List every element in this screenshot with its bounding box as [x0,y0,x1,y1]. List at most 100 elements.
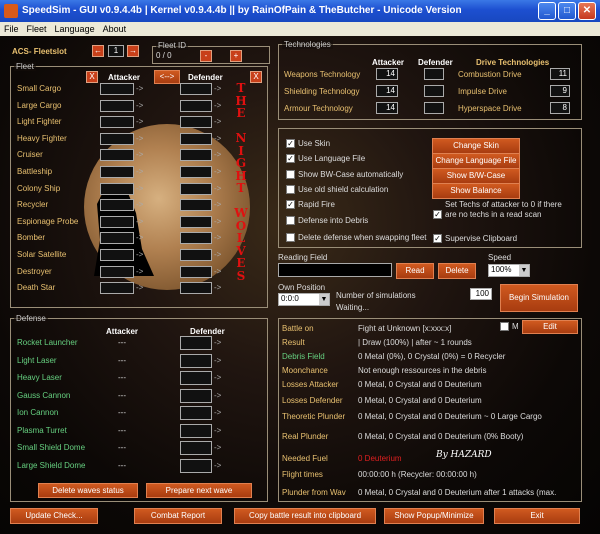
use-skin-checkbox[interactable]: ✓ Use Skin [286,139,330,148]
impulse-drive-input[interactable]: 9 [550,85,570,97]
close-button[interactable]: ✕ [578,2,596,20]
armour-attacker-input[interactable]: 14 [376,102,398,114]
defense-defender-input[interactable] [180,336,212,350]
ship-attacker-input[interactable] [100,166,134,178]
show-popup-button[interactable]: Show Popup/Minimize [384,508,484,524]
rapid-fire-checkbox[interactable]: ✓ Rapid Fire [286,200,335,209]
ship-attacker-input[interactable] [100,83,134,95]
fleet-id-minus-button[interactable]: - [200,50,212,62]
ship-defender-input[interactable] [180,182,212,195]
ship-defender-input[interactable] [180,215,212,228]
ship-defender-input[interactable] [180,99,212,112]
defense-attacker-dash: --- [118,443,126,452]
defense-defender-input[interactable] [180,441,212,455]
ship-defender-input[interactable] [180,116,212,129]
menu-about[interactable]: About [99,22,131,36]
update-check-button[interactable]: Update Check... [10,508,98,524]
app-icon [4,4,18,18]
vertical-letter: W [234,206,248,220]
ship-arrow-icon: -> [136,200,144,210]
weapons-attacker-input[interactable]: 14 [376,68,398,80]
ship-defender-input[interactable] [180,132,212,145]
ship-attacker-input[interactable] [100,132,134,145]
ship-label: Bomber [17,233,46,243]
simulations-input[interactable]: 100 [470,288,492,300]
change-skin-button[interactable]: Change Skin [432,138,520,154]
menu-language[interactable]: Language [51,22,99,36]
defense-defender-input[interactable] [180,388,212,403]
fleetslot-input[interactable]: 1 [108,45,124,57]
ship-attacker-input[interactable] [100,232,134,245]
read-button[interactable]: Read [396,263,434,279]
defense-debris-checkbox[interactable]: Defense into Debris [286,216,368,225]
edit-button[interactable]: Edit [522,320,578,334]
ship-defender-input[interactable] [180,149,212,162]
prepare-wave-button[interactable]: Prepare next wave [146,483,252,498]
fleet-swap-button[interactable]: <--> [154,70,180,84]
delete-button[interactable]: Delete [438,263,476,279]
ship-attacker-input[interactable] [100,182,134,195]
show-bw-case-button[interactable]: Show B/W-Case [432,168,520,184]
defense-defender-input[interactable] [180,371,212,385]
ship-defender-input[interactable] [180,83,212,95]
defense-defender-input[interactable] [180,353,212,368]
old-shield-checkbox[interactable]: Use old shield calculation [286,185,388,194]
weapons-defender-input[interactable] [424,68,444,80]
ship-defender-input[interactable] [180,166,212,178]
delete-swap-checkbox[interactable]: Delete defense when swapping fleet [286,233,427,242]
ship-arrow-icon: -> [214,133,222,143]
ship-arrow-icon: -> [136,250,144,259]
ship-attacker-input[interactable] [100,199,134,212]
m-checkbox[interactable]: M [500,322,519,331]
ship-attacker-input[interactable] [100,282,134,295]
show-balance-button[interactable]: Show Balance [432,183,520,199]
supervise-clipboard-checkbox[interactable]: ✓ Supervise Clipboard [433,234,517,243]
menu-file[interactable]: File [0,22,23,36]
defense-defender-input[interactable] [180,423,212,438]
begin-simulation-button[interactable]: Begin Simulation [500,284,578,312]
hyperspace-drive-input[interactable]: 8 [550,102,570,114]
ship-attacker-input[interactable] [100,265,134,278]
ship-attacker-input[interactable] [100,99,134,112]
armour-tech-label: Armour Technology [284,104,353,113]
ship-arrow-icon: -> [214,84,222,93]
copy-result-button[interactable]: Copy battle result into clipboard [234,508,376,524]
menu-fleet[interactable]: Fleet [23,22,51,36]
defense-attacker-dash: --- [118,425,126,435]
change-language-button[interactable]: Change Language File [432,153,520,169]
ship-defender-input[interactable] [180,232,212,245]
own-position-select[interactable]: 0:0:0 ▼ [278,293,330,306]
delete-waves-button[interactable]: Delete waves status [38,483,138,498]
ship-attacker-input[interactable] [100,116,134,129]
speed-select[interactable]: 100% ▼ [488,264,530,277]
ship-attacker-input[interactable] [100,249,134,261]
ship-defender-input[interactable] [180,265,212,278]
fleet-id-plus-button[interactable]: + [230,50,242,62]
shielding-defender-input[interactable] [424,85,444,97]
fleet-attacker-clear-button[interactable]: X [86,71,98,83]
use-language-checkbox[interactable]: ✓ Use Language File [286,154,365,163]
combustion-drive-input[interactable]: 11 [550,68,570,80]
maximize-button[interactable]: □ [558,2,576,20]
defense-defender-input[interactable] [180,406,212,420]
ship-defender-input[interactable] [180,249,212,261]
fleetslot-prev-button[interactable]: ← [92,45,104,57]
reading-field-input[interactable] [278,263,392,277]
ship-defender-input[interactable] [180,199,212,212]
fleet-defender-clear-button[interactable]: X [250,71,262,83]
show-bw-checkbox[interactable]: Show BW-Case automatically [286,170,403,179]
set-techs-checkbox[interactable]: ✓ Set Techs of attacker to 0 if there are… [433,200,571,220]
exit-button[interactable]: Exit [494,508,580,524]
minimize-button[interactable]: _ [538,2,556,20]
defense-label: Rocket Launcher [17,338,78,347]
shielding-attacker-input[interactable]: 14 [376,85,398,97]
fleetslot-next-button[interactable]: → [127,45,139,57]
combat-report-button[interactable]: Combat Report [134,508,222,524]
ship-arrow-icon: -> [136,150,144,160]
armour-defender-input[interactable] [424,102,444,114]
ship-attacker-input[interactable] [100,215,134,228]
ship-attacker-input[interactable] [100,149,134,162]
defense-attacker-dash: --- [118,373,126,382]
defense-defender-input[interactable] [180,458,212,473]
ship-defender-input[interactable] [180,282,212,295]
